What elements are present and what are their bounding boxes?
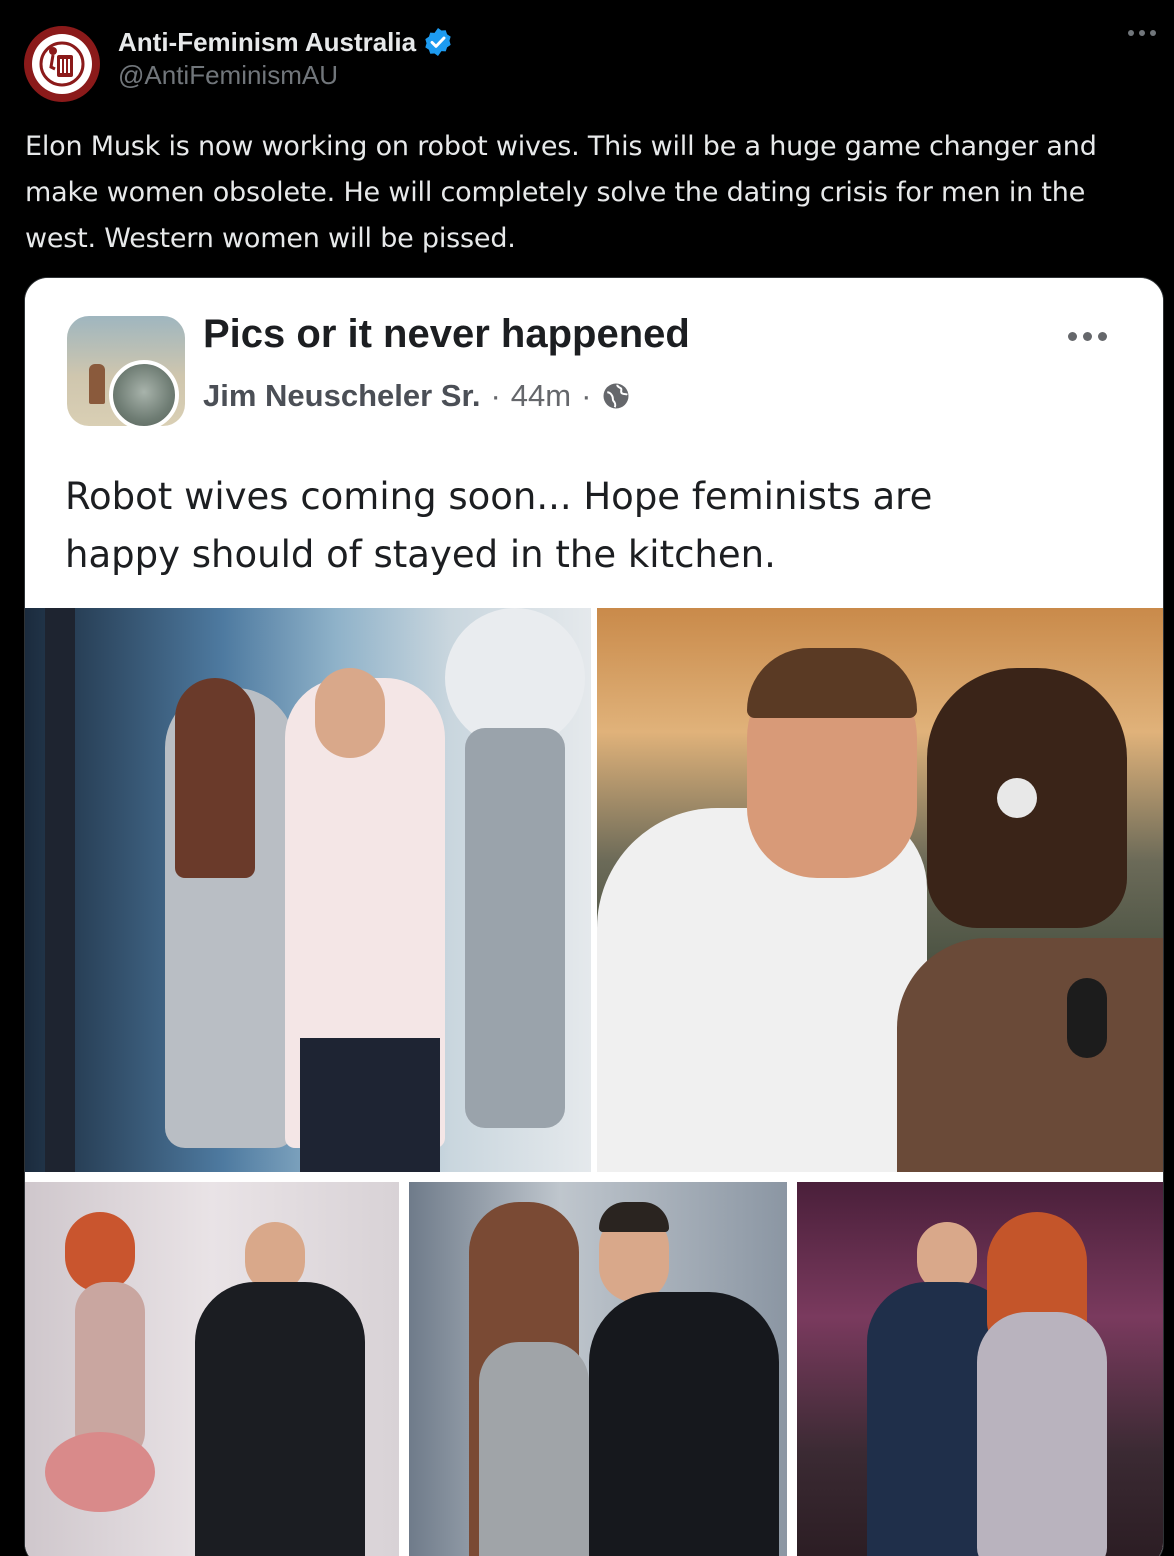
facebook-post-header: Pics or it never happened Jim Neuscheler…: [25, 278, 1163, 608]
tweet-text: Elon Musk is now working on robot wives.…: [25, 131, 1097, 254]
trash-person-icon: [32, 34, 92, 94]
facebook-post-text: Robot wives coming soon... Hope feminist…: [65, 475, 933, 576]
post-meta: Jim Neuscheler Sr. · 44m ·: [203, 378, 631, 414]
author-display-name[interactable]: Anti-Feminism Australia: [118, 27, 416, 58]
author-block: Anti-Feminism Australia @AntiFeminismAU: [118, 26, 454, 91]
embedded-image-card[interactable]: Pics or it never happened Jim Neuscheler…: [24, 277, 1164, 1556]
collage-photo: [409, 1182, 787, 1556]
author-avatar[interactable]: [24, 26, 100, 102]
collage-photo: [25, 1182, 399, 1556]
author-handle[interactable]: @AntiFeminismAU: [118, 60, 454, 91]
photo-collage: [25, 608, 1163, 1556]
post-time: 44m: [510, 378, 572, 413]
more-options-icon: [1068, 332, 1107, 341]
collage-photo: [25, 608, 591, 1172]
poster-name: Jim Neuscheler Sr.: [203, 378, 481, 413]
meta-separator: ·: [581, 378, 592, 413]
tweet: Anti-Feminism Australia @AntiFeminismAU …: [0, 0, 1174, 1556]
verified-badge-icon[interactable]: [422, 26, 454, 58]
meta-separator: ·: [490, 378, 501, 413]
collage-photo: [797, 1182, 1163, 1556]
more-options-icon[interactable]: [1128, 30, 1156, 36]
group-name: Pics or it never happened: [203, 312, 690, 356]
poster-avatar: [109, 360, 179, 430]
globe-icon: [601, 381, 631, 411]
collage-photo: [597, 608, 1163, 1172]
